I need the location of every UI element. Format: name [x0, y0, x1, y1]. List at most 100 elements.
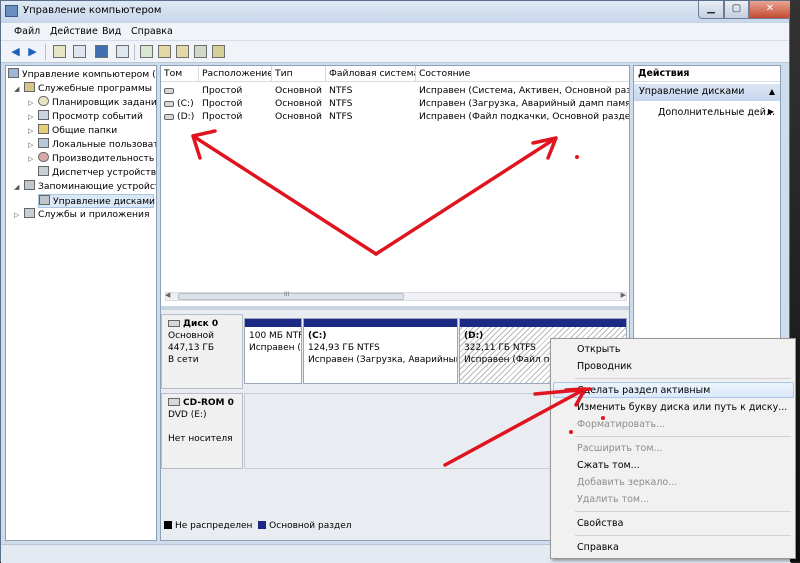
disk-icon — [39, 195, 50, 205]
menu-view[interactable]: Вид — [102, 26, 121, 37]
partition-c[interactable]: (C:) 124,93 ГБ NTFS Исправен (Загрузка, … — [303, 318, 458, 384]
collapsed-arrow-icon[interactable]: ▷ — [28, 124, 38, 138]
services-icon — [24, 208, 35, 218]
device-manager-icon — [38, 166, 49, 176]
legend-unallocated: Не распределен — [175, 521, 253, 531]
tree-item-local-users[interactable]: ▷ Локальные пользовато — [28, 138, 156, 152]
menu-item-make-active[interactable]: Сделать раздел активным — [577, 384, 710, 397]
forward-arrow-icon[interactable]: ▶ — [25, 44, 40, 59]
toolbar-separator — [134, 44, 135, 60]
menu-separator — [575, 378, 791, 379]
disk0-size: 447,13 ГБ — [168, 343, 215, 353]
toolbar: ◀ ▶ — [1, 41, 789, 63]
open-icon[interactable] — [158, 45, 171, 58]
column-header-filesystem[interactable]: Файловая система — [326, 66, 416, 82]
settings-icon[interactable] — [212, 45, 225, 58]
collapsed-arrow-icon[interactable]: ▷ — [28, 110, 38, 124]
menu-help[interactable]: Справка — [131, 26, 173, 37]
collapsed-arrow-icon[interactable]: ▷ — [28, 96, 38, 110]
menu-item-open[interactable]: Открыть — [577, 343, 620, 356]
minimize-button[interactable]: ▁ — [698, 1, 724, 19]
maximize-button[interactable]: ▢ — [724, 1, 749, 19]
column-header-volume[interactable]: Том — [161, 66, 199, 82]
menu-action[interactable]: Действие — [50, 26, 98, 37]
refresh-icon[interactable] — [140, 45, 153, 58]
tree-root[interactable]: Управление компьютером (л — [8, 68, 156, 82]
tree-item-performance[interactable]: ▷ Производительность — [28, 152, 154, 166]
tree-item-task-scheduler[interactable]: ▷ Планировщик заданий — [28, 96, 156, 110]
menu-item-explorer[interactable]: Проводник — [577, 360, 632, 373]
actions-section-disk-management[interactable]: Управление дисками ▲ — [634, 84, 780, 101]
scrollbar-thumb[interactable]: III — [178, 291, 404, 300]
disk-icon — [168, 320, 180, 327]
menu-item-help[interactable]: Справка — [577, 541, 619, 554]
menu-separator — [575, 436, 791, 437]
disk0-info[interactable]: Диск 0 Основной 447,13 ГБ В сети — [161, 314, 243, 389]
column-header-layout[interactable]: Расположение — [199, 66, 272, 82]
legend: Не распределен Основной раздел — [164, 521, 352, 531]
menu-item-change-letter[interactable]: Изменить букву диска или путь к диску... — [577, 401, 787, 414]
column-header-status[interactable]: Состояние — [416, 66, 629, 82]
cdrom-status: Нет носителя — [168, 434, 233, 444]
collapsed-arrow-icon[interactable]: ▷ — [28, 138, 38, 152]
close-button[interactable]: ✕ — [749, 1, 791, 19]
scroll-grip: III — [284, 291, 290, 298]
toolbar-separator — [45, 44, 46, 60]
menu-file[interactable]: Файл — [14, 26, 40, 37]
cdrom-type: DVD (E:) — [168, 410, 207, 420]
horizontal-scrollbar[interactable]: ◀ III ▶ — [165, 291, 627, 301]
expand-arrow-icon[interactable]: ◢ — [14, 180, 24, 194]
properties-view-icon[interactable] — [116, 45, 129, 58]
tree-item-system-tools[interactable]: ◢ Служебные программы — [14, 82, 152, 96]
menu-item-extend: Расширить том... — [577, 443, 663, 454]
up-folder-icon[interactable] — [53, 45, 66, 58]
disk0-type: Основной — [168, 331, 214, 341]
performance-icon — [38, 152, 49, 162]
tree-item-disk-management[interactable]: Управление дисками — [38, 194, 155, 208]
navigation-tree: Управление компьютером (л ◢ Служебные про… — [5, 65, 157, 541]
tree-item-event-viewer[interactable]: ▷ Просмотр событий — [28, 110, 143, 124]
users-icon — [38, 138, 49, 148]
tools-icon — [24, 82, 35, 92]
tree-item-storage[interactable]: ◢ Запоминающие устройст — [14, 180, 156, 194]
expand-arrow-icon[interactable]: ◢ — [14, 82, 24, 96]
legend-swatch-unallocated — [164, 521, 172, 529]
menu-item-add-mirror: Добавить зеркало... — [577, 477, 678, 488]
title-bar: Управление компьютером ▁ ▢ ✕ — [1, 1, 791, 23]
actions-header: Действия — [634, 66, 780, 82]
show-hide-tree-icon[interactable] — [73, 45, 86, 58]
disk0-status: В сети — [168, 355, 199, 365]
menu-item-format: Форматировать... — [577, 419, 666, 430]
tree-item-services-apps[interactable]: ▷ Службы и приложения — [14, 208, 149, 222]
collapsed-arrow-icon[interactable]: ▷ — [28, 152, 38, 166]
actions-more[interactable]: Дополнительные дей... — [658, 107, 775, 119]
menu-item-delete: Удалить том... — [577, 494, 650, 505]
back-arrow-icon[interactable]: ◀ — [8, 44, 23, 59]
computer-icon — [8, 68, 19, 78]
collapse-arrow-icon[interactable]: ▲ — [769, 84, 775, 100]
column-header-type[interactable]: Тип — [272, 66, 326, 82]
menu-item-shrink[interactable]: Сжать том... — [577, 459, 640, 472]
tree-item-device-manager[interactable]: Диспетчер устройств — [38, 166, 156, 180]
legend-primary: Основной раздел — [269, 521, 352, 531]
help-icon[interactable] — [95, 45, 108, 58]
cdrom-name: CD-ROM 0 — [183, 398, 234, 408]
event-viewer-icon — [38, 110, 49, 120]
search-icon[interactable] — [194, 45, 207, 58]
cd-drive-icon — [168, 398, 180, 406]
scroll-right-arrow-icon[interactable]: ▶ — [621, 291, 626, 299]
tree-item-shared-folders[interactable]: ▷ Общие папки — [28, 124, 117, 138]
cdrom-info[interactable]: CD-ROM 0 DVD (E:) Нет носителя — [161, 393, 243, 469]
volume-icon — [164, 114, 174, 120]
submenu-arrow-icon: ▶ — [767, 107, 774, 116]
menu-separator — [575, 535, 791, 536]
folder-icon[interactable] — [176, 45, 189, 58]
window-title: Управление компьютером — [23, 5, 162, 16]
context-menu: Открыть Проводник Сделать раздел активны… — [550, 338, 796, 559]
menu-bar: Файл Действие Вид Справка — [1, 23, 789, 41]
menu-item-properties[interactable]: Свойства — [577, 517, 623, 530]
collapsed-arrow-icon[interactable]: ▷ — [14, 208, 24, 222]
partition-system-reserved[interactable]: 100 МБ NTFS Исправен ( — [244, 318, 302, 384]
scroll-left-arrow-icon[interactable]: ◀ — [165, 291, 170, 299]
volume-icon — [164, 101, 174, 107]
